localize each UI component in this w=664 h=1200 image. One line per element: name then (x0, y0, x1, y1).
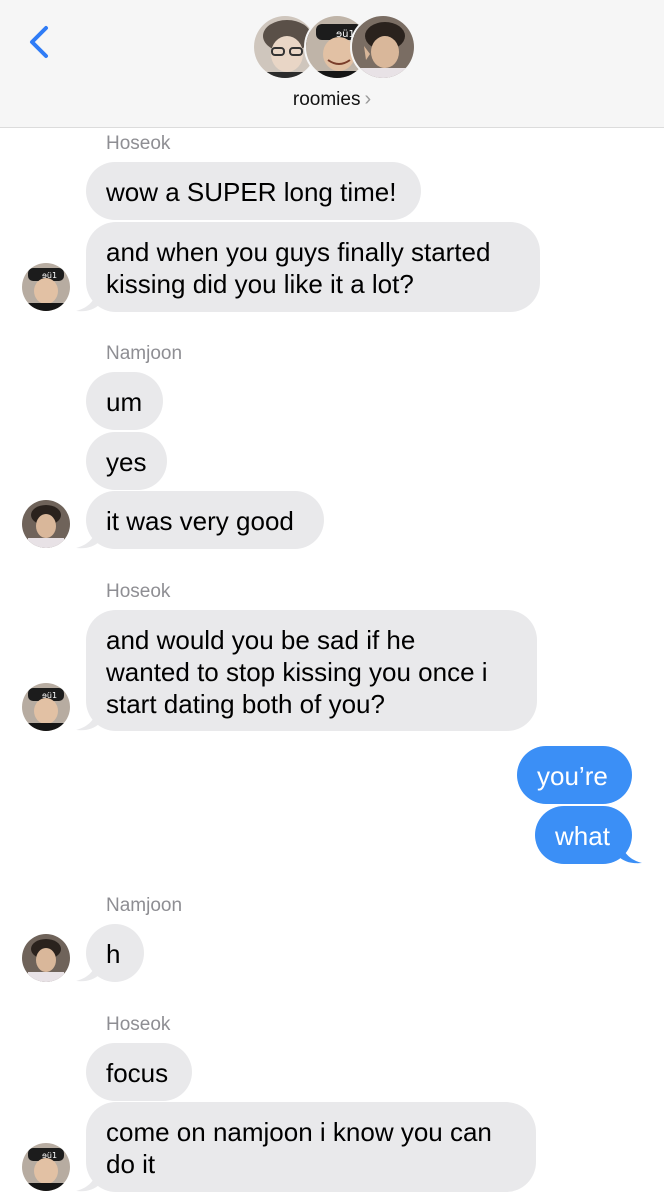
my-message-bubble[interactable]: you’re (517, 746, 632, 804)
sender-name: Namjoon (106, 343, 183, 364)
hoseok-avatar[interactable]: ɘü1 (22, 1143, 70, 1191)
namjoon-avatar[interactable] (22, 500, 70, 548)
group-name-link[interactable]: roomies › (0, 88, 664, 111)
message-bubble[interactable]: and would you be sad if he wanted to sto… (86, 610, 537, 731)
chevron-left-icon (30, 26, 48, 58)
back-button[interactable] (22, 22, 62, 62)
group-name-label: roomies (292, 89, 361, 110)
bubble-tail (76, 960, 100, 982)
message-bubble[interactable]: yes (86, 432, 167, 490)
group-avatars[interactable]: ɘü1 (252, 14, 416, 82)
sender-name: Hoseok (106, 1014, 171, 1035)
message-bubble[interactable]: and when you guys finally started kissin… (86, 222, 540, 312)
chevron-right-icon: › (364, 88, 372, 110)
message-bubble[interactable]: focus (86, 1043, 192, 1101)
sender-name: Namjoon (106, 895, 183, 916)
namjoon-avatar[interactable] (22, 934, 70, 982)
message-bubble[interactable]: it was very good (86, 491, 324, 549)
member-avatar (350, 14, 416, 80)
bubble-tail (76, 709, 100, 731)
message-bubble[interactable]: um (86, 372, 163, 430)
hoseok-avatar[interactable]: ɘü1 (22, 263, 70, 311)
bubble-tail (76, 1170, 100, 1192)
message-bubble[interactable]: wow a SUPER long time! (86, 162, 421, 220)
hoseok-avatar[interactable]: ɘü1 (22, 683, 70, 731)
bubble-tail (76, 527, 100, 549)
sender-name: Hoseok (106, 581, 171, 602)
sender-name: Hoseok (106, 133, 171, 154)
message-bubble[interactable]: come on namjoon i know you can do it (86, 1102, 536, 1192)
bubble-tail (76, 290, 100, 312)
conversation-header: ɘü1 roomies › (0, 0, 664, 128)
bubble-tail (618, 842, 642, 864)
